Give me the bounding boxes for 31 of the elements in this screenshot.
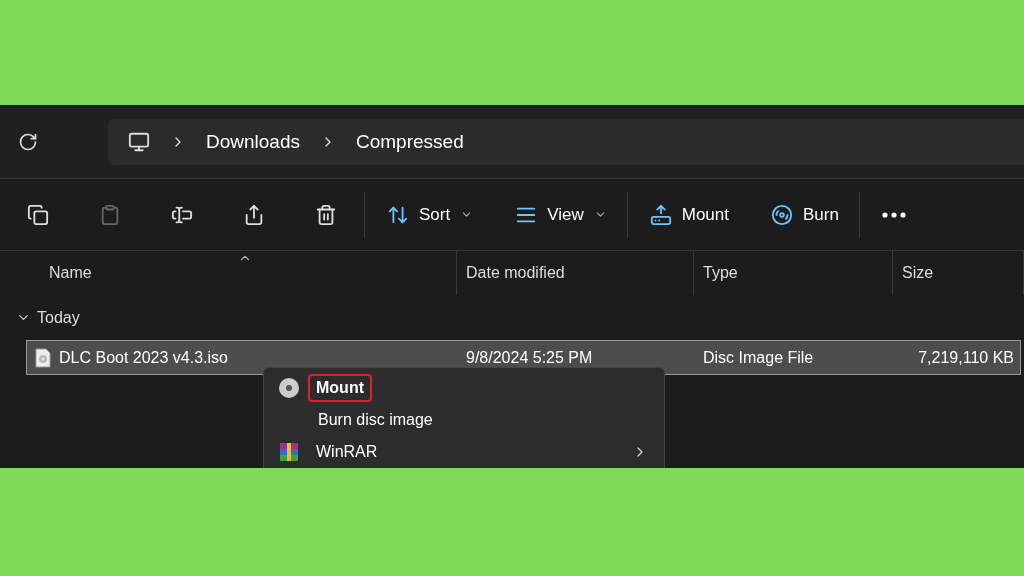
- column-header[interactable]: Date modified: [466, 264, 565, 282]
- file-row[interactable]: DLC Boot 2023 v4.3.iso 9/8/2024 5:25 PM Disc Image File 7,219,110 KB: [26, 340, 1021, 375]
- column-header[interactable]: Type: [703, 264, 738, 282]
- archive-icon: [278, 441, 300, 463]
- breadcrumb-item[interactable]: Downloads: [206, 130, 300, 153]
- delete-icon: [315, 203, 337, 226]
- sort-button[interactable]: Sort: [375, 195, 486, 234]
- drive-upload-button[interactable]: Mount: [637, 195, 741, 234]
- view-button[interactable]: View: [503, 195, 619, 234]
- disc-file-icon: [35, 347, 51, 368]
- file-name: DLC Boot 2023 v4.3.iso: [59, 348, 228, 367]
- size-cell: 7,219,110 KB: [918, 348, 1014, 367]
- menu-item[interactable]: WinRAR: [308, 438, 386, 466]
- copy-icon: [27, 203, 49, 226]
- paste-icon: [99, 203, 121, 226]
- group-label: Today: [37, 308, 80, 327]
- more-icon: [881, 211, 906, 218]
- date-cell: 9/8/2024 5:25 PM: [466, 348, 593, 367]
- refresh-icon[interactable]: [18, 131, 38, 152]
- breadcrumb-item[interactable]: Compressed: [356, 130, 464, 153]
- column-header[interactable]: Name: [49, 264, 92, 282]
- share-icon: [243, 203, 265, 226]
- column-header[interactable]: Size: [902, 264, 934, 282]
- menu-item[interactable]: Burn disc image: [310, 406, 441, 434]
- computer-icon[interactable]: [128, 130, 150, 153]
- menu-item[interactable]: Mount: [308, 374, 372, 402]
- disc-icon: [278, 377, 300, 399]
- drive-upload-icon: [649, 203, 672, 226]
- type-cell: Disc Image File: [703, 348, 814, 367]
- disc-icon: [771, 203, 793, 226]
- disc-button[interactable]: Burn: [759, 195, 851, 234]
